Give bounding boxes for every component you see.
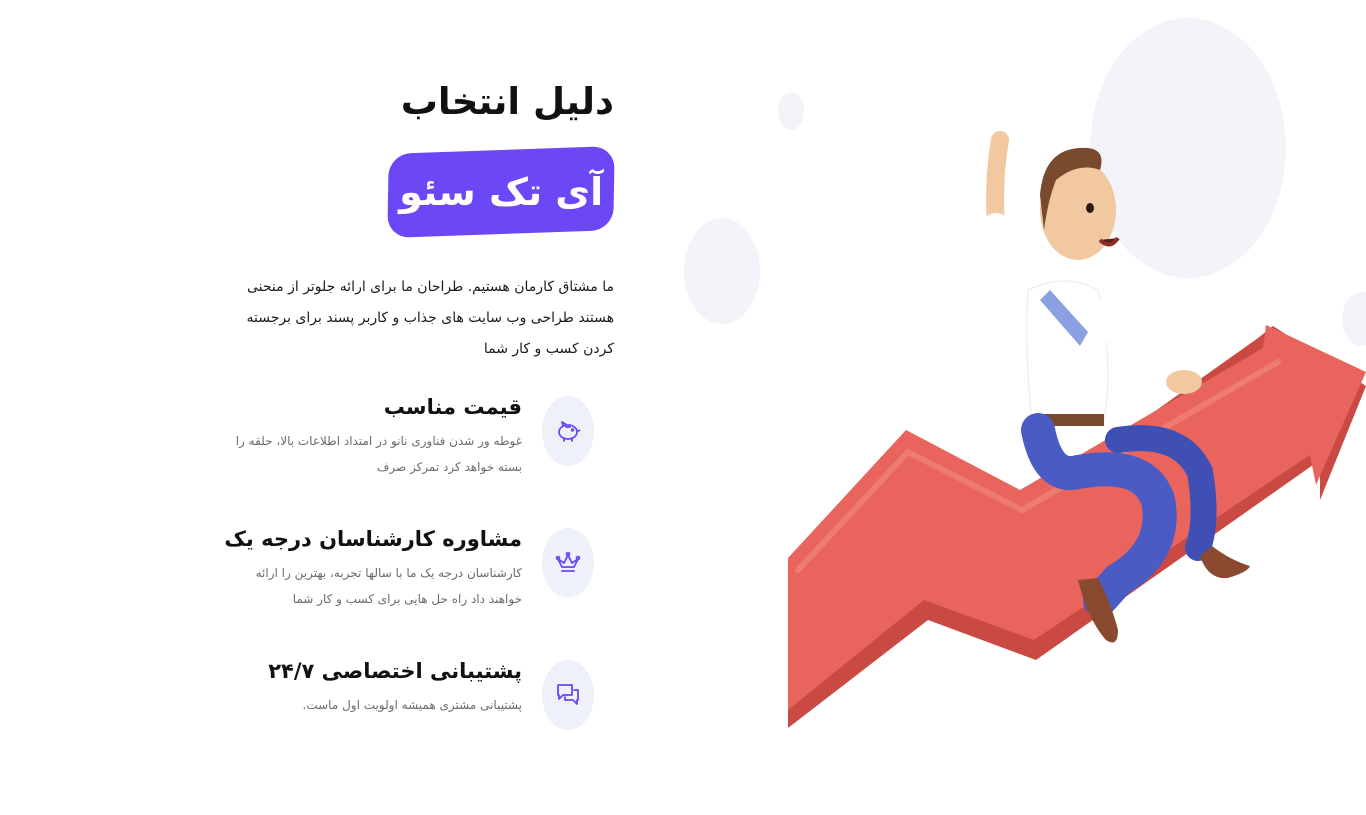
crown-icon bbox=[555, 551, 581, 572]
growth-illustration bbox=[788, 100, 1366, 730]
feature-icon-wrapper bbox=[542, 396, 594, 466]
feature-description: پشتیبانی مشتری همیشه اولویت اول ماست. bbox=[302, 698, 522, 712]
intro-paragraph: ما مشتاق کارمان هستیم. طراحان ما برای ار… bbox=[246, 279, 614, 357]
feature-item-price: قیمت مناسب غوطه ور شدن فناوری نانو در ام… bbox=[220, 395, 616, 496]
feature-title: پشتیبانی اختصاصی ۲۴/۷ bbox=[268, 659, 522, 683]
feature-title: مشاوره کارشناسان درجه یک bbox=[224, 527, 522, 551]
brand-name: آی تک سئو bbox=[398, 169, 604, 215]
section-heading: دلیل انتخاب bbox=[400, 80, 614, 123]
feature-item-consulting: مشاوره کارشناسان درجه یک کارشناسان درجه … bbox=[220, 527, 616, 628]
feature-description: کارشناسان درجه یک ما با سالها تجربه، بهت… bbox=[255, 566, 522, 606]
feature-title: قیمت مناسب bbox=[383, 395, 522, 419]
chat-bubbles-icon bbox=[557, 684, 579, 705]
decorative-circle bbox=[684, 218, 760, 324]
feature-item-support: پشتیبانی اختصاصی ۲۴/۷ پشتیبانی مشتری همی… bbox=[220, 659, 616, 760]
brand-badge: آی تک سئو bbox=[387, 146, 615, 238]
feature-icon-wrapper bbox=[542, 660, 594, 730]
feature-icon-wrapper bbox=[542, 528, 594, 598]
piggy-bank-icon bbox=[558, 421, 581, 442]
feature-description: غوطه ور شدن فناوری نانو در امتداد اطلاعا… bbox=[235, 434, 522, 474]
man-riding-arrow-illustration bbox=[788, 131, 1366, 728]
